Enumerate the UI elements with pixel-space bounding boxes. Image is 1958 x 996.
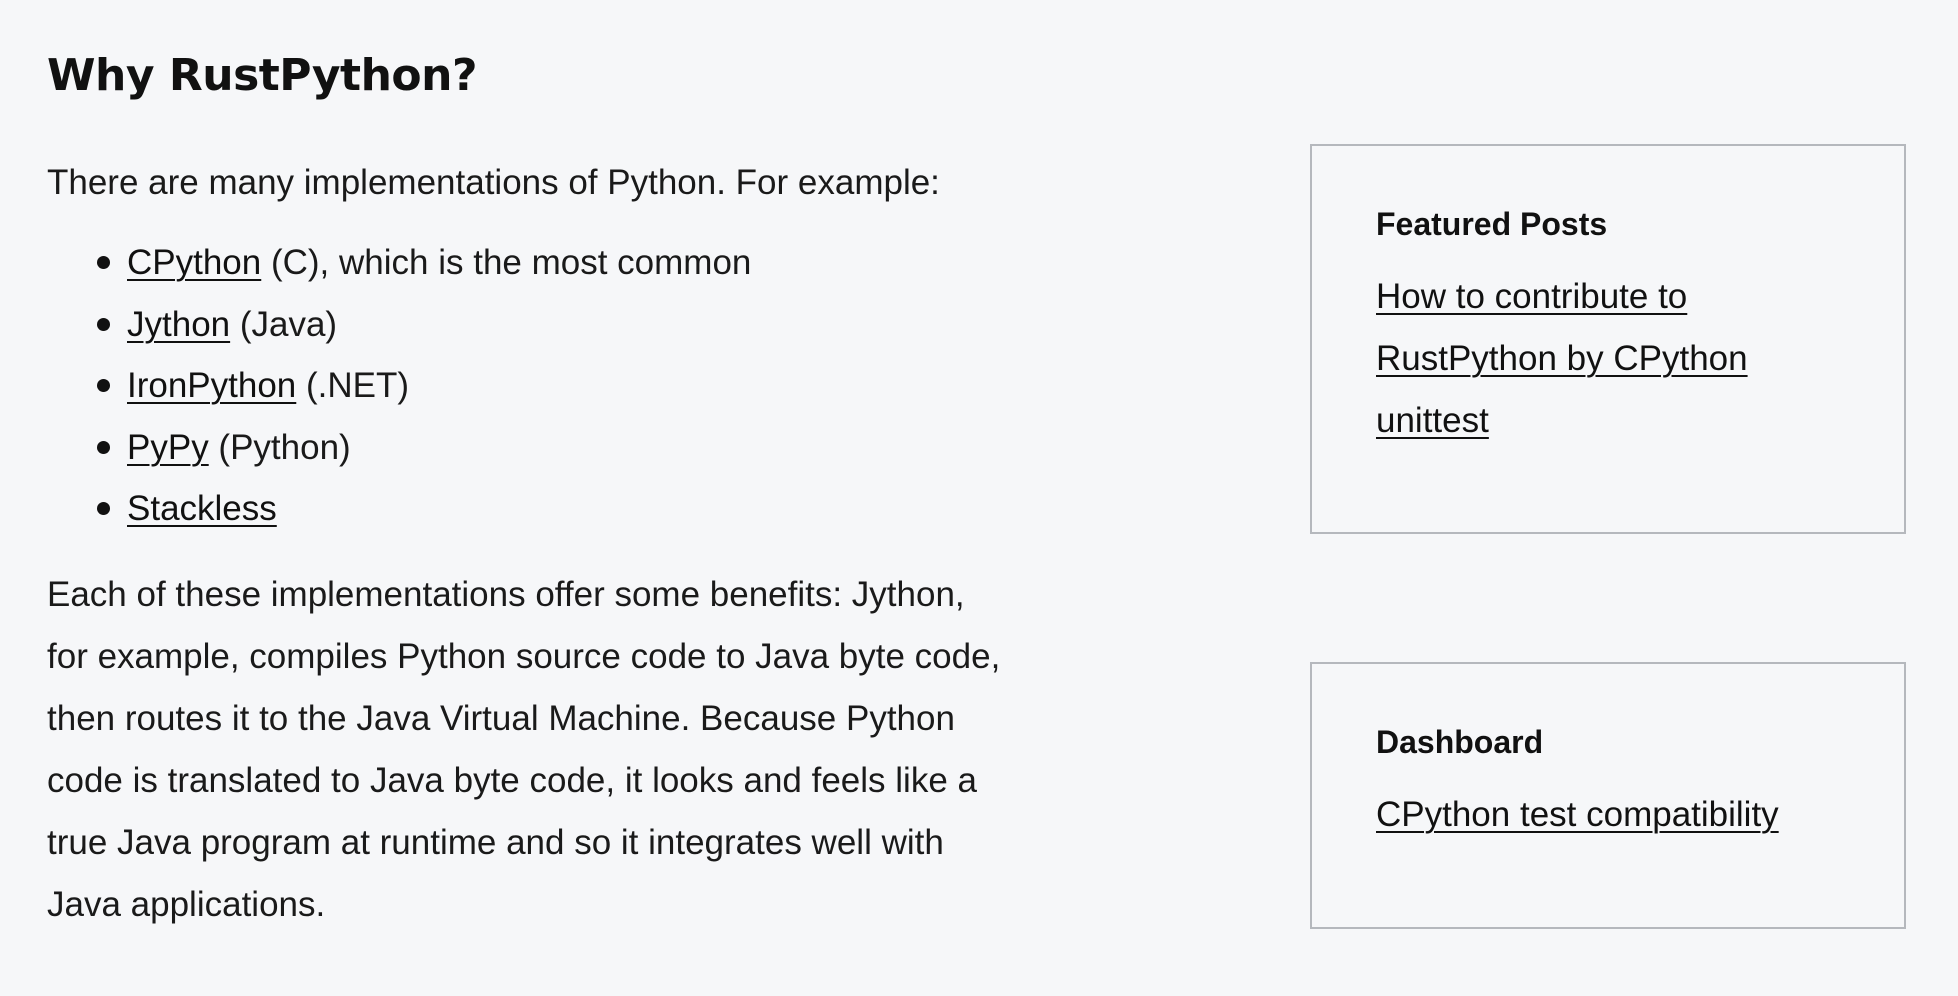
dashboard-link[interactable]: CPython test compatibility bbox=[1376, 784, 1840, 846]
list-item-desc: (C), which is the most common bbox=[261, 243, 752, 282]
jython-link[interactable]: Jython bbox=[127, 305, 230, 344]
list-item-desc: (Java) bbox=[230, 304, 338, 344]
dashboard-widget: Dashboard CPython test compatibility bbox=[1310, 662, 1906, 929]
list-item-desc: (.NET) bbox=[296, 366, 410, 405]
list-item: IronPython (.NET) bbox=[97, 355, 1007, 417]
dashboard-title: Dashboard bbox=[1376, 724, 1544, 760]
bullet-icon bbox=[97, 317, 110, 331]
main-content: Why RustPython? There are many implement… bbox=[47, 40, 1007, 936]
list-item-desc: (Python) bbox=[208, 427, 351, 467]
featured-posts-title: Featured Posts bbox=[1376, 206, 1608, 242]
list-item: Jython (Java) bbox=[97, 294, 1007, 356]
stackless-link[interactable]: Stackless bbox=[127, 489, 277, 528]
list-item: Stackless bbox=[97, 478, 1007, 540]
list-item: PyPy (Python) bbox=[97, 417, 1007, 479]
bullet-icon bbox=[97, 440, 110, 454]
intro-text: There are many implementations of Python… bbox=[47, 163, 940, 202]
ironpython-link[interactable]: IronPython bbox=[127, 366, 296, 405]
featured-post-link[interactable]: How to contribute to RustPython by CPyth… bbox=[1376, 266, 1840, 452]
cpython-link[interactable]: CPython bbox=[127, 243, 261, 282]
bullet-icon bbox=[97, 502, 110, 515]
featured-posts-widget: Featured Posts How to contribute to Rust… bbox=[1310, 144, 1906, 534]
list-item: CPython (C), which is the most common bbox=[97, 232, 1007, 294]
pypy-link[interactable]: PyPy bbox=[127, 428, 209, 467]
bullet-icon bbox=[97, 256, 110, 269]
implementations-list: CPython (C), which is the most common Jy… bbox=[47, 232, 1007, 540]
page-title: Why RustPython? bbox=[47, 50, 477, 101]
benefits-paragraph: Each of these implementations offer some… bbox=[47, 574, 1001, 924]
bullet-icon bbox=[97, 379, 110, 392]
